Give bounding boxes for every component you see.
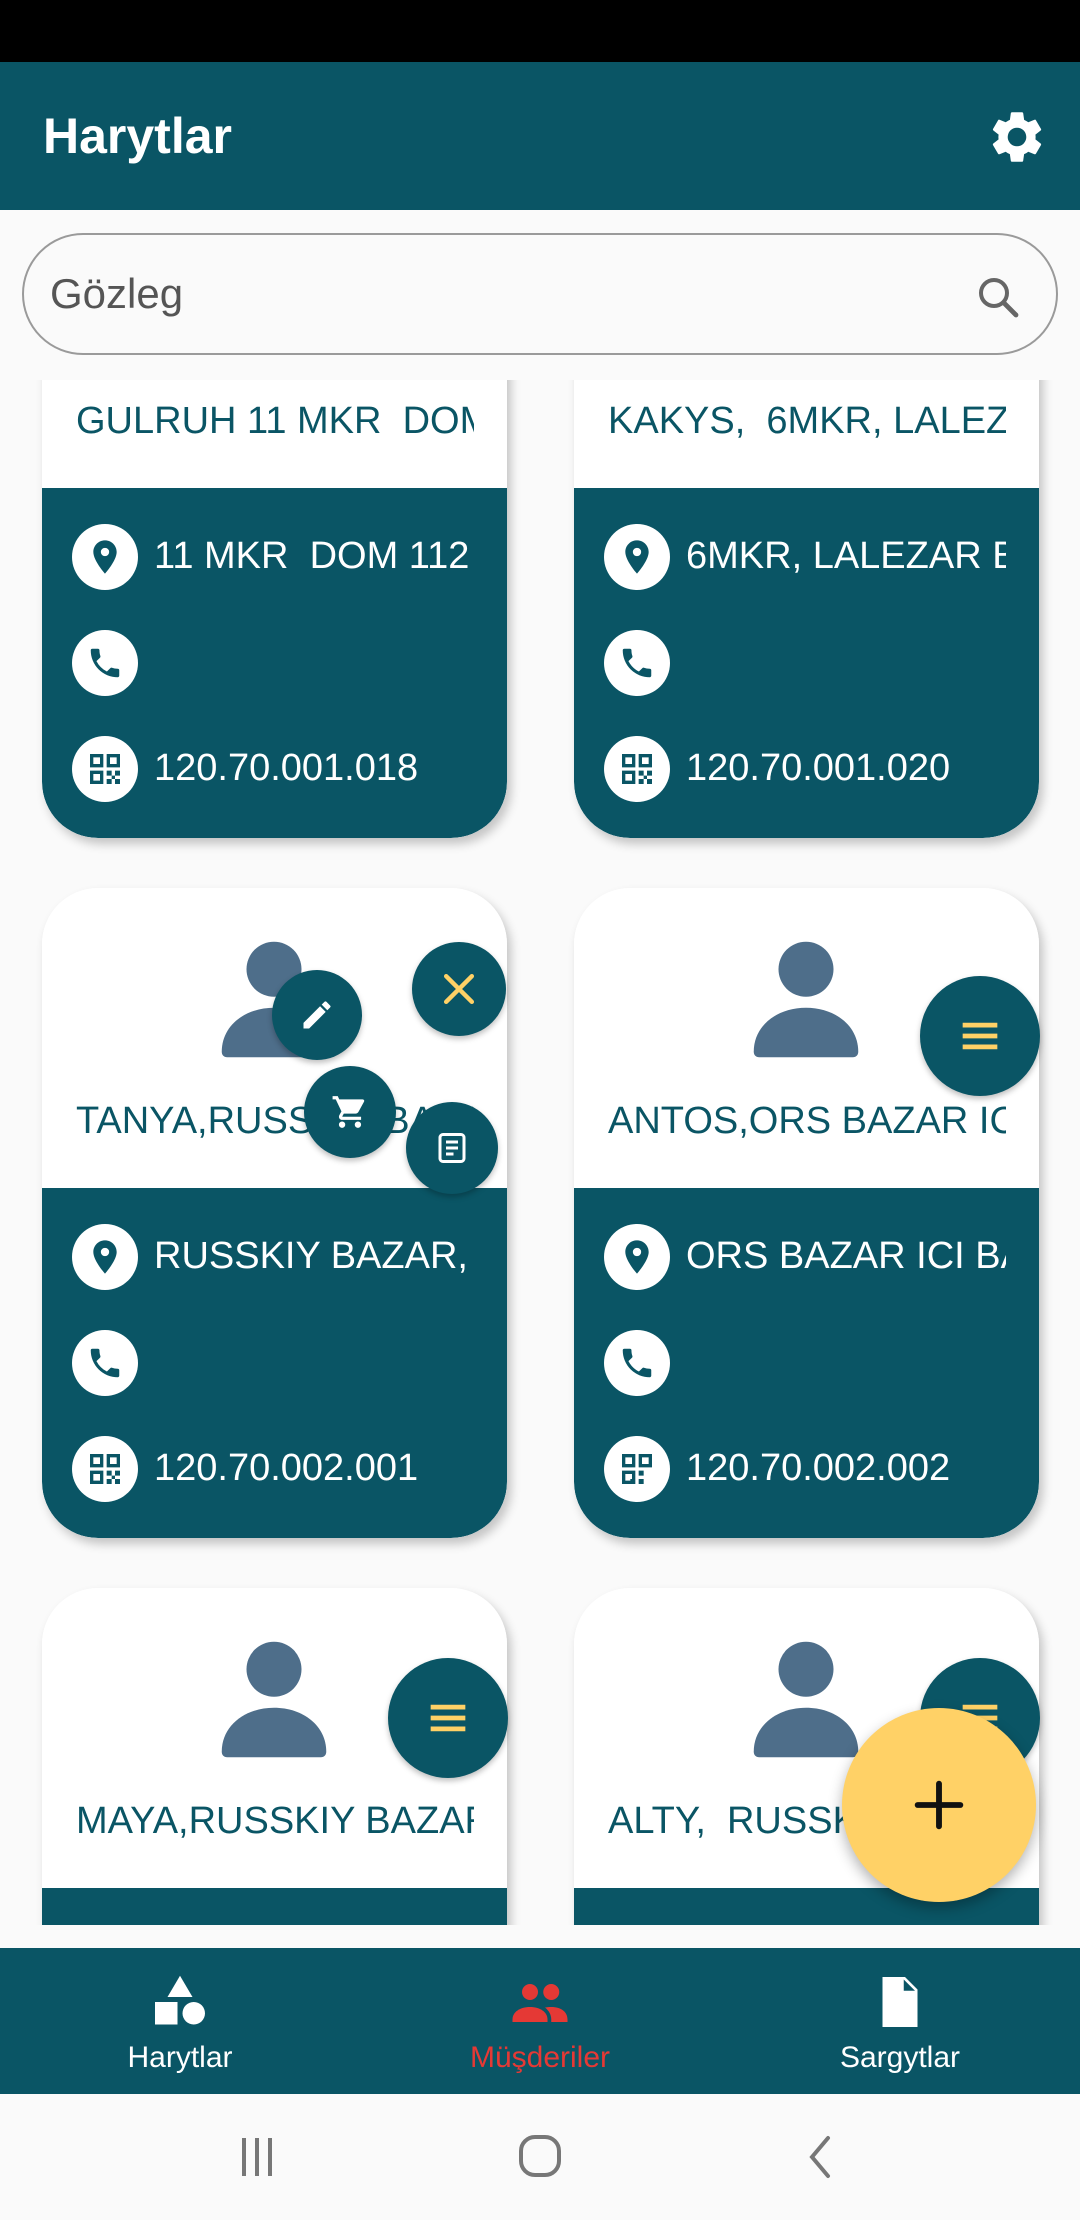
- settings-button[interactable]: [986, 106, 1048, 168]
- person-icon: [221, 1641, 327, 1758]
- nav-item-products[interactable]: Harytlar: [0, 1948, 360, 2094]
- location-pin-icon: [93, 540, 117, 574]
- edit-button[interactable]: [272, 970, 362, 1060]
- customer-code: 120.70.001.018: [154, 747, 419, 789]
- gear-icon: [992, 112, 1042, 162]
- card-menu-button[interactable]: [920, 976, 1040, 1096]
- qr-code-icon: [90, 754, 120, 784]
- customer-grid[interactable]: GULRUH 11 MKR DOM 112 11 MKR DOM 112 120…: [0, 380, 1080, 1925]
- code-row: 120.70.001.020: [604, 734, 1016, 804]
- nav-item-customers[interactable]: Müşderiler: [360, 1948, 720, 2094]
- phone-icon: [90, 1348, 120, 1378]
- phone-row: [72, 1328, 484, 1398]
- notes-icon: [438, 1133, 466, 1163]
- document-icon: [882, 1977, 918, 2027]
- address-row: ORS BAZAR ICI BAZAR: [604, 1222, 1016, 1292]
- phone-icon: [90, 648, 120, 678]
- customer-address: ORS BAZAR ICI BAZAR: [686, 1235, 1006, 1277]
- location-pin-icon: [93, 1240, 117, 1274]
- search-button[interactable]: [974, 273, 1022, 321]
- address-row: 6MKR, LALEZAR BAZAR: [604, 522, 1016, 592]
- customer-name: MAYA,RUSSKIY BAZAR: [76, 1800, 474, 1842]
- customer-address: 11 MKR DOM 112: [154, 535, 470, 577]
- add-customer-button[interactable]: [842, 1708, 1036, 1902]
- phone-icon: [622, 648, 652, 678]
- nav-item-orders[interactable]: Sargytlar: [720, 1948, 1080, 2094]
- menu-icon: [962, 1022, 998, 1050]
- nav-label: Sargytlar: [839, 2041, 961, 2074]
- nav-label: Harytlar: [127, 2041, 233, 2074]
- people-icon: [512, 1984, 568, 2022]
- orders-button[interactable]: [406, 1102, 498, 1194]
- home-icon: [519, 2135, 561, 2177]
- customer-address: RUSSKIY BAZAR, 1: [154, 1235, 474, 1277]
- nav-label: Müşderiler: [469, 2041, 611, 2074]
- customer-code: 120.70.002.001: [154, 1447, 419, 1489]
- search-bar: [22, 233, 1058, 355]
- address-row: RUSSKIY BAZAR, 1: [72, 1222, 484, 1292]
- person-icon: [753, 1641, 859, 1758]
- card-menu-button[interactable]: [388, 1658, 508, 1778]
- cart-button[interactable]: [304, 1066, 396, 1158]
- location-pin-icon: [625, 540, 649, 574]
- status-bar: [0, 0, 1080, 62]
- qr-code-icon: [90, 1454, 120, 1484]
- back-icon: [809, 2136, 830, 2178]
- code-row: 120.70.001.018: [72, 734, 484, 804]
- customer-name: ANTOS,ORS BAZAR ICI BAZAR: [608, 1100, 1006, 1142]
- back-button[interactable]: [786, 2124, 856, 2190]
- recents-icon: [242, 2138, 272, 2176]
- recents-button[interactable]: [222, 2124, 292, 2190]
- customer-name: GULRUH 11 MKR DOM 112: [76, 400, 474, 442]
- search-input[interactable]: [50, 259, 950, 329]
- qr-code-icon: [622, 1454, 652, 1484]
- customer-address: 6MKR, LALEZAR BAZAR: [686, 535, 1006, 577]
- pencil-icon: [303, 1001, 331, 1029]
- customer-code: 120.70.001.020: [686, 747, 951, 789]
- phone-row: [604, 1328, 1016, 1398]
- close-actions-button[interactable]: [412, 942, 506, 1036]
- cart-icon: [332, 1096, 365, 1128]
- bottom-navigation: Harytlar Müşderiler Sargytlar: [0, 1948, 1080, 2094]
- search-icon: [979, 278, 1019, 318]
- person-icon: [753, 941, 859, 1058]
- close-icon: [443, 973, 475, 1005]
- customer-code: 120.70.002.002: [686, 1447, 951, 1489]
- code-row: 120.70.002.002: [604, 1434, 1016, 1504]
- home-button[interactable]: [505, 2124, 575, 2190]
- app-bar: Harytlar: [0, 62, 1080, 210]
- shapes-icon: [155, 1975, 205, 2025]
- menu-icon: [430, 1704, 466, 1732]
- customer-card[interactable]: GULRUH 11 MKR DOM 112 11 MKR DOM 112 120…: [42, 380, 507, 838]
- page-title: Harytlar: [43, 108, 232, 164]
- phone-row: [604, 628, 1016, 698]
- plus-icon: [914, 1780, 964, 1830]
- qr-code-icon: [622, 754, 652, 784]
- system-navigation-bar: [0, 2094, 1080, 2220]
- address-row: 11 MKR DOM 112: [72, 522, 484, 592]
- location-pin-icon: [625, 1240, 649, 1274]
- customer-card[interactable]: KAKYS, 6MKR, LALEZAR BAZAR 6MKR, LALEZAR…: [574, 380, 1039, 838]
- phone-row: [72, 628, 484, 698]
- customer-name: KAKYS, 6MKR, LALEZAR BAZAR: [608, 400, 1006, 442]
- code-row: 120.70.002.001: [72, 1434, 484, 1504]
- phone-icon: [622, 1348, 652, 1378]
